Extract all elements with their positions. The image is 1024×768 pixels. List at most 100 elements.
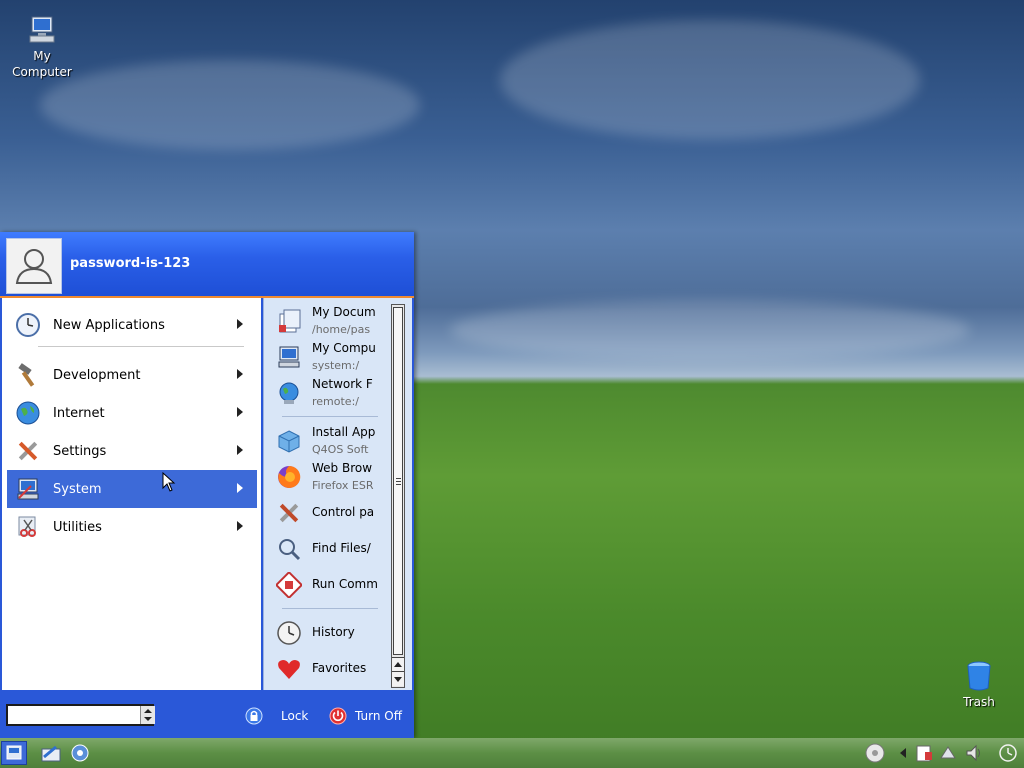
category-label: System	[53, 481, 102, 497]
menu-header: password-is-123	[0, 232, 414, 298]
app-control-panel[interactable]: Control pa	[276, 496, 392, 532]
category-utilities[interactable]: Utilities	[7, 508, 257, 546]
cd-drive-icon[interactable]	[865, 743, 885, 763]
start-menu: password-is-123 New Applications Develop…	[0, 232, 414, 738]
chevron-right-icon	[237, 521, 243, 531]
place-subtitle: remote:/	[312, 395, 359, 408]
search-spinner[interactable]	[140, 706, 155, 724]
start-menu-icon	[6, 745, 22, 760]
chevron-right-icon	[237, 445, 243, 455]
place-network[interactable]: Network F remote:/	[276, 376, 392, 412]
category-label: New Applications	[53, 317, 165, 333]
clipboard-icon[interactable]	[914, 743, 934, 763]
grip-line	[396, 484, 401, 485]
tools-icon	[18, 441, 38, 461]
turn-off-label: Turn Off	[355, 709, 402, 723]
divider	[38, 346, 244, 347]
avatar[interactable]	[6, 238, 62, 294]
places-scrollbar[interactable]	[391, 304, 405, 688]
place-subtitle: system:/	[312, 359, 360, 372]
taskbar	[0, 738, 1024, 768]
arrow-down-icon	[394, 677, 402, 682]
trash-icon	[967, 661, 991, 691]
volume-icon[interactable]	[964, 743, 984, 763]
firefox-icon	[278, 465, 301, 488]
power-icon	[329, 707, 347, 725]
divider	[282, 608, 378, 609]
network-status-icon[interactable]	[938, 743, 958, 763]
start-button[interactable]	[1, 741, 27, 765]
app-title: Run Comm	[312, 577, 378, 591]
place-title: Network F	[312, 377, 373, 391]
scroll-down-button[interactable]	[392, 671, 404, 686]
computer-icon	[278, 346, 300, 368]
chevron-right-icon	[237, 407, 243, 417]
quicklaunch-network[interactable]	[67, 741, 93, 765]
lock-button[interactable]: Lock	[245, 706, 308, 726]
globe-icon	[16, 401, 40, 425]
tray-expand-icon[interactable]	[894, 743, 914, 763]
place-subtitle: /home/pas	[312, 323, 371, 336]
category-system[interactable]: System	[7, 470, 257, 508]
divider	[282, 416, 378, 417]
place-title: My Docum	[312, 305, 376, 319]
category-label: Utilities	[53, 519, 102, 535]
grip-line	[396, 478, 401, 479]
favorites-button[interactable]: Favorites	[276, 652, 392, 688]
menu-footer: Lock Turn Off	[0, 692, 414, 738]
category-development[interactable]: Development	[7, 356, 257, 394]
place-title: My Compu	[312, 341, 376, 355]
app-title: Control pa	[312, 505, 375, 519]
package-icon	[278, 430, 300, 453]
chevron-right-icon	[237, 319, 243, 329]
spinner-arrows-icon	[144, 709, 152, 721]
category-pane: New Applications Development Internet Se…	[2, 298, 261, 690]
user-icon	[15, 249, 53, 284]
clock-icon	[16, 313, 40, 337]
desktop-icon-label: My	[33, 49, 51, 63]
app-title: Find Files/	[312, 541, 371, 555]
app-title: Web Brow	[312, 461, 373, 475]
control-panel-icon	[279, 503, 299, 523]
desktop-icon-trash[interactable]: Trash	[944, 660, 1014, 710]
app-find-files[interactable]: Find Files/	[276, 532, 392, 568]
chevron-right-icon	[237, 369, 243, 379]
scroll-up-button[interactable]	[392, 657, 404, 672]
mouse-cursor-icon	[162, 472, 176, 492]
documents-icon	[279, 309, 301, 333]
run-icon	[276, 572, 302, 598]
scrollbar-thumb[interactable]	[393, 307, 403, 655]
favorites-label: Favorites	[312, 661, 367, 675]
app-web-browser[interactable]: Web Brow Firefox ESR	[276, 460, 392, 496]
app-run-command[interactable]: Run Comm	[276, 568, 392, 604]
user-name: password-is-123	[70, 256, 191, 271]
find-icon	[279, 539, 301, 561]
hammer-icon	[18, 363, 35, 387]
lock-icon	[245, 707, 263, 725]
app-install-apps[interactable]: Install App Q4OS Soft	[276, 424, 392, 460]
lock-label: Lock	[281, 709, 309, 723]
cloud	[450, 300, 970, 360]
turn-off-button[interactable]: Turn Off	[329, 706, 402, 726]
history-button[interactable]: History	[276, 616, 392, 652]
heart-icon	[278, 660, 300, 679]
arrow-up-icon	[394, 662, 402, 667]
network-gear-icon	[71, 744, 89, 762]
place-my-computer[interactable]: My Compu system:/	[276, 340, 392, 376]
desktop-icon-label: Trash	[963, 695, 995, 709]
search-input[interactable]	[6, 704, 154, 726]
category-label: Development	[53, 367, 141, 383]
category-internet[interactable]: Internet	[7, 394, 257, 432]
place-my-documents[interactable]: My Docum /home/pas	[276, 304, 392, 340]
category-new-applications[interactable]: New Applications	[7, 306, 257, 344]
clock-icon[interactable]	[998, 743, 1018, 763]
desktop-icon-my-computer[interactable]: My Computer	[7, 14, 77, 80]
app-title: Install App	[312, 425, 376, 439]
network-icon	[279, 382, 299, 404]
cloud	[500, 20, 920, 140]
quicklaunch-file-manager[interactable]	[38, 741, 64, 765]
computer-icon	[17, 478, 39, 500]
file-manager-icon	[41, 745, 61, 762]
computer-icon	[29, 16, 55, 43]
category-settings[interactable]: Settings	[7, 432, 257, 470]
